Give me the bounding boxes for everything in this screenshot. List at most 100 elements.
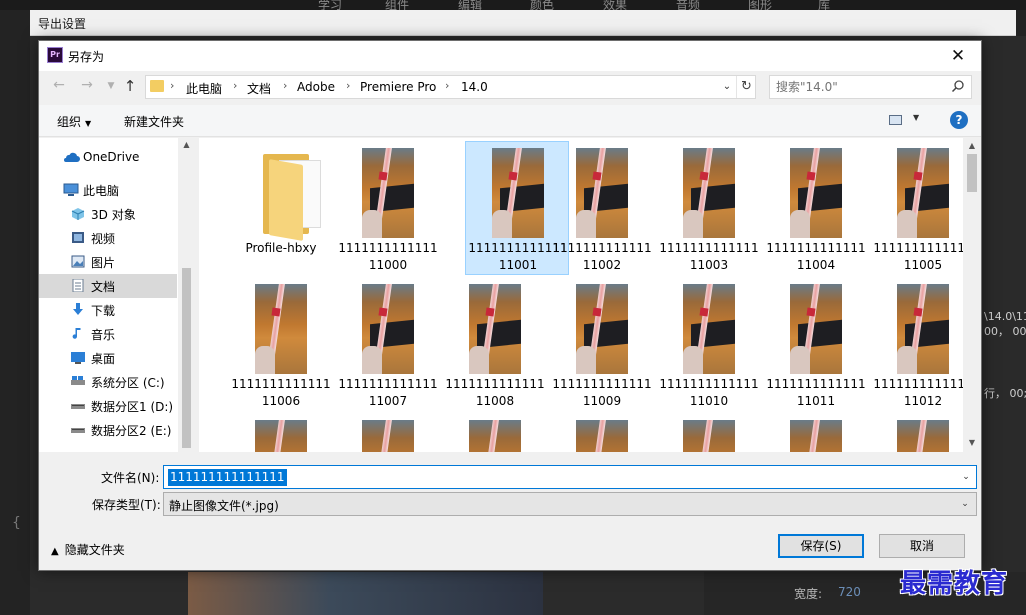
file-item[interactable]: 1111111111111 11012 — [871, 278, 963, 412]
sidebar-item-onedrive[interactable]: OneDrive — [39, 146, 177, 170]
file-item[interactable] — [229, 414, 333, 452]
file-item[interactable] — [443, 414, 547, 452]
recent-locations-chevron-icon[interactable]: ▼ — [101, 81, 121, 91]
file-item[interactable]: 1111111111111 11002 — [550, 142, 654, 276]
back-arrow-icon[interactable]: ← — [49, 77, 69, 93]
workspace-tab-color[interactable]: 颜色 — [530, 0, 554, 10]
navigation-scrollbar[interactable]: ▲ — [178, 138, 195, 452]
sidebar-item-drive-e[interactable]: 数据分区2 (E:) — [39, 418, 177, 442]
file-item[interactable] — [550, 414, 654, 452]
breadcrumb-separator-icon[interactable]: › — [346, 79, 350, 92]
export-settings-titlebar: 导出设置 — [30, 10, 1016, 36]
save-button[interactable]: 保存(S) — [778, 534, 864, 558]
downloads-icon — [73, 303, 83, 315]
sidebar-item-videos[interactable]: 视频 — [39, 226, 177, 250]
chevron-down-icon[interactable]: ⌄ — [958, 496, 972, 512]
file-item[interactable] — [336, 414, 440, 452]
filetype-value: 静止图像文件(*.jpg) — [169, 499, 279, 513]
breadcrumb-current-folder[interactable]: 14.0 — [461, 80, 488, 94]
breadcrumb-separator-icon[interactable]: › — [233, 79, 237, 92]
organize-label: 组织 — [57, 115, 82, 129]
up-arrow-icon[interactable]: ↑ — [120, 77, 140, 95]
workspace-tab-libraries[interactable]: 库 — [818, 0, 830, 10]
file-item[interactable]: 1111111111111 11007 — [336, 278, 440, 412]
file-item[interactable]: 1111111111111 11006 — [229, 278, 333, 412]
file-item[interactable] — [871, 414, 963, 452]
sidebar-item-desktop[interactable]: 桌面 — [39, 346, 177, 370]
scrollbar-thumb[interactable] — [182, 268, 191, 448]
file-name: 1111111111111 11004 — [766, 241, 866, 272]
file-item[interactable]: 1111111111111 11009 — [550, 278, 654, 412]
file-item[interactable]: 1111111111111 11010 — [657, 278, 761, 412]
breadcrumb-separator-icon[interactable]: › — [445, 79, 449, 92]
workspace-tab-learn[interactable]: 学习 — [318, 0, 342, 10]
sidebar-item-label: 视频 — [91, 232, 116, 246]
forward-arrow-icon[interactable]: → — [77, 77, 97, 93]
dropdown-arrow-icon: ▼ — [913, 113, 920, 122]
organize-menu-button[interactable]: 组织 ▼ — [57, 113, 91, 130]
folder-icon — [150, 80, 164, 92]
file-item[interactable]: 1111111111111 11003 — [657, 142, 761, 276]
width-value[interactable]: 720 — [838, 585, 861, 599]
refresh-icon[interactable]: ↻ — [736, 76, 756, 98]
hide-folders-toggle[interactable]: ▲ 隐藏文件夹 — [51, 541, 125, 558]
sidebar-item-pictures[interactable]: 图片 — [39, 250, 177, 274]
file-item[interactable] — [657, 414, 761, 452]
search-icon[interactable] — [951, 79, 965, 93]
sidebar-item-drive-d[interactable]: 数据分区1 (D:) — [39, 394, 177, 418]
drive-icon — [71, 376, 85, 385]
breadcrumb-separator-icon[interactable]: › — [283, 79, 287, 92]
file-list-scrollbar[interactable]: ▲ ▼ — [963, 138, 981, 452]
image-thumbnail — [362, 420, 414, 452]
view-icon — [889, 115, 902, 125]
breadcrumb-adobe[interactable]: Adobe — [297, 80, 335, 94]
image-thumbnail — [897, 284, 949, 374]
close-button[interactable]: ✕ — [935, 41, 981, 71]
scroll-up-arrow-icon[interactable]: ▲ — [178, 140, 195, 149]
image-thumbnail — [897, 420, 949, 452]
help-icon[interactable]: ? — [950, 111, 968, 129]
workspace-tab-graphics[interactable]: 图形 — [748, 0, 772, 10]
workspace-tab-audio[interactable]: 音频 — [676, 0, 700, 10]
filetype-select[interactable]: 静止图像文件(*.jpg) ⌄ — [163, 492, 977, 516]
export-settings-title: 导出设置 — [38, 17, 87, 31]
image-thumbnail — [683, 148, 735, 238]
filename-input[interactable]: 111111111111111 — [168, 469, 287, 486]
file-item[interactable]: 1111111111111 11011 — [764, 278, 868, 412]
sidebar-item-downloads[interactable]: 下载 — [39, 298, 177, 322]
breadcrumb-separator-icon[interactable]: › — [170, 79, 174, 92]
search-box[interactable] — [769, 75, 972, 99]
dropdown-arrow-icon: ▼ — [85, 119, 92, 128]
file-item[interactable]: 1111111111111 11008 — [443, 278, 547, 412]
sidebar-item-3d-objects[interactable]: 3D 对象 — [39, 202, 177, 226]
file-item[interactable]: 1111111111111 11000 — [336, 142, 440, 276]
address-dropdown-chevron-icon[interactable]: ⌄ — [719, 76, 735, 98]
cancel-button[interactable]: 取消 — [879, 534, 965, 558]
sidebar-item-label: 文档 — [91, 280, 116, 294]
scroll-up-arrow-icon[interactable]: ▲ — [963, 141, 981, 150]
change-view-button[interactable]: ▼ — [889, 113, 923, 128]
image-thumbnail — [362, 284, 414, 374]
file-item[interactable] — [764, 414, 868, 452]
breadcrumb-documents[interactable]: 文档 — [247, 80, 271, 97]
search-input[interactable] — [776, 79, 946, 95]
scrollbar-thumb[interactable] — [967, 154, 977, 192]
sidebar-item-drive-c[interactable]: 系统分区 (C:) — [39, 370, 177, 394]
folder-item[interactable]: Profile-hbxy — [229, 142, 333, 276]
new-folder-button[interactable]: 新建文件夹 — [124, 113, 184, 130]
output-timecode-text: 00， 00: — [984, 325, 1026, 338]
breadcrumb-this-pc[interactable]: 此电脑 — [186, 80, 222, 97]
file-item[interactable]: 1111111111111 11005 — [871, 142, 963, 276]
address-bar[interactable]: › 此电脑 › 文档 › Adobe › Premiere Pro › 14.0 — [145, 75, 756, 99]
workspace-tab-assembly[interactable]: 组件 — [385, 0, 409, 10]
scroll-down-arrow-icon[interactable]: ▼ — [963, 438, 981, 447]
workspace-tab-effects[interactable]: 效果 — [603, 0, 627, 10]
sidebar-item-music[interactable]: 音乐 — [39, 322, 177, 346]
filename-field[interactable]: 111111111111111 ⌄ — [163, 465, 977, 489]
breadcrumb-premiere-pro[interactable]: Premiere Pro — [360, 80, 436, 94]
file-item[interactable]: 1111111111111 11004 — [764, 142, 868, 276]
chevron-down-icon[interactable]: ⌄ — [958, 468, 974, 486]
sidebar-item-this-pc[interactable]: 此电脑 — [39, 178, 177, 202]
sidebar-item-documents[interactable]: 文档 — [39, 274, 177, 298]
workspace-tab-edit[interactable]: 编辑 — [458, 0, 482, 10]
